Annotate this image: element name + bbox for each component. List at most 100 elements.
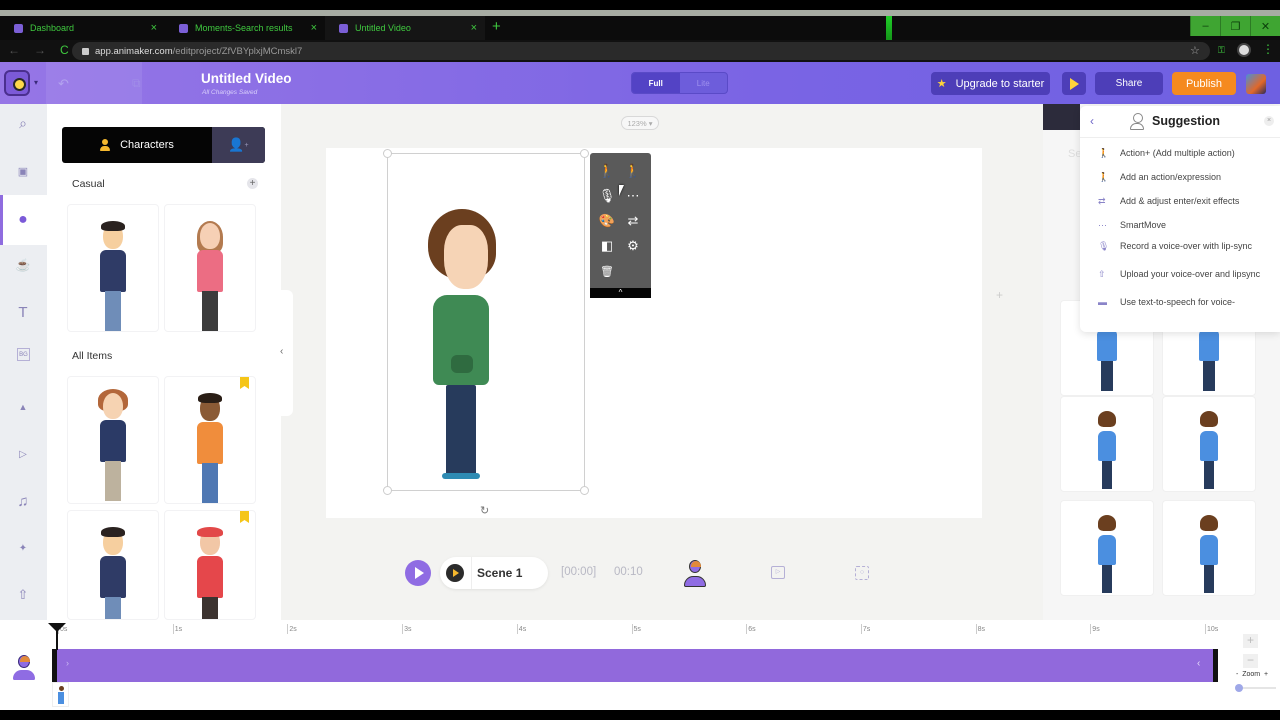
character-thumbnail [190, 221, 230, 331]
character-card[interactable] [164, 510, 256, 620]
undo-icon[interactable]: ↶ [58, 76, 69, 92]
timeline-zoom-out-button[interactable]: − [1243, 654, 1258, 668]
pose-card[interactable] [1162, 396, 1256, 492]
duplicate-icon[interactable]: ⧉ [132, 76, 141, 91]
resize-handle-br[interactable] [580, 486, 589, 495]
mode-lite-button[interactable]: Lite [680, 73, 728, 93]
browser-tab-dashboard[interactable]: Dashboard × [0, 16, 165, 40]
close-tab-icon[interactable]: × [471, 22, 477, 34]
action-icon[interactable]: 🚶 [597, 161, 617, 181]
palette-icon[interactable]: 🎨 [597, 211, 617, 231]
browser-tab-untitled-video[interactable]: Untitled Video × [325, 16, 485, 40]
search-icon[interactable]: ⌕ [12, 112, 34, 134]
right-panel-tab[interactable] [1043, 104, 1080, 130]
close-tab-icon[interactable]: × [151, 22, 157, 34]
expand-section-button[interactable]: + [247, 178, 258, 189]
video-icon[interactable]: ▷ [771, 566, 785, 579]
character-timeline-icon[interactable] [684, 560, 706, 588]
rail-active-indicator [0, 195, 3, 245]
bookmark-star-icon[interactable]: ☆ [1190, 44, 1200, 57]
microphone-icon[interactable]: 🎙 [597, 186, 617, 206]
share-button[interactable]: Share [1095, 72, 1163, 95]
selection-box[interactable] [383, 149, 589, 495]
browser-tab-moments[interactable]: Moments-Search results × [165, 16, 325, 40]
backgrounds-icon[interactable]: BG [17, 348, 30, 361]
url-path: /editproject/ZfVBYplxjMCmskl7 [172, 45, 303, 57]
track-end-handle[interactable] [1213, 649, 1218, 682]
swap-icon[interactable]: ⇄ [623, 211, 643, 231]
character-card[interactable] [67, 204, 159, 332]
properties-icon[interactable]: ☕ [12, 254, 34, 276]
templates-icon[interactable]: ▣ [12, 160, 34, 182]
key-icon[interactable]: ⚿ [1218, 45, 1225, 56]
pose-card[interactable] [1060, 396, 1154, 492]
url-input[interactable]: app.animaker.com/editproject/ZfVBYplxjMC… [72, 42, 1210, 60]
character-context-toolbar: 🚶 🚶 🎙 ⋯ 🎨 ⇄ ◧ ⚙ 🗑 [590, 153, 651, 298]
collapse-toolbar-button[interactable]: ^ [590, 288, 651, 298]
pose-card[interactable] [1060, 500, 1154, 596]
resize-handle-bl[interactable] [383, 486, 392, 495]
reload-button[interactable]: C [60, 43, 69, 57]
restore-button[interactable]: ❐ [1220, 16, 1250, 36]
gear-icon[interactable]: ⚙ [623, 236, 643, 256]
animaker-logo[interactable] [4, 70, 30, 96]
browser-menu-icon[interactable]: ⋮ [1262, 42, 1274, 56]
characters-tab[interactable]: Characters [62, 127, 212, 163]
close-icon[interactable]: × [1264, 116, 1274, 126]
walk-plus-icon: 🚶 [1098, 172, 1110, 182]
minimize-button[interactable]: – [1190, 16, 1220, 36]
videos-icon[interactable]: ▷ [12, 443, 34, 465]
timeline-zoom-in-button[interactable]: + [1243, 634, 1258, 648]
back-icon[interactable]: ‹ [1090, 114, 1094, 128]
back-button[interactable]: ← [8, 43, 20, 57]
mode-full-button[interactable]: Full [632, 73, 680, 93]
character-card[interactable] [67, 510, 159, 620]
music-icon[interactable]: ♫ [12, 490, 34, 512]
preview-play-button[interactable] [1062, 72, 1086, 95]
upload-icon[interactable]: ⇧ [12, 584, 34, 606]
pose-card[interactable] [1162, 500, 1256, 596]
flip-icon[interactable]: ◧ [597, 236, 617, 256]
scene-selector[interactable]: Scene 1 [440, 557, 548, 589]
close-tab-icon[interactable]: × [311, 22, 317, 34]
action-thumbnail[interactable] [52, 682, 69, 707]
scene-play-icon[interactable] [446, 564, 464, 582]
forward-button[interactable]: → [34, 43, 46, 57]
screenshot-icon[interactable]: ○ [855, 566, 869, 580]
canvas-center-marker: + [996, 288, 1004, 302]
character-card[interactable] [164, 204, 256, 332]
effects-icon[interactable]: ✦ [12, 537, 34, 559]
timeline-tick [975, 624, 977, 634]
trash-icon[interactable]: 🗑 [597, 261, 617, 281]
mouse-cursor [619, 185, 629, 196]
resize-handle-tr[interactable] [580, 149, 589, 158]
characters-tab-label: Characters [120, 139, 174, 151]
resize-handle-tl[interactable] [383, 149, 392, 158]
project-title[interactable]: Untitled Video [201, 71, 292, 86]
user-avatar[interactable] [1246, 74, 1266, 94]
rotate-handle-icon[interactable]: ↻ [480, 504, 489, 517]
zoom-slider[interactable] [1238, 687, 1276, 689]
close-window-button[interactable]: ✕ [1250, 16, 1280, 36]
character-track-bar[interactable] [52, 649, 1218, 682]
upgrade-button[interactable]: ★ Upgrade to starter [931, 72, 1050, 95]
url-host: app.animaker.com [95, 45, 173, 57]
text-icon[interactable]: T [12, 301, 34, 323]
action-plus-icon[interactable]: 🚶 [623, 161, 643, 181]
character-thumbnail [93, 527, 133, 619]
zoom-slider-knob[interactable] [1235, 684, 1243, 692]
characters-icon[interactable]: ● [12, 209, 34, 231]
canvas-zoom-dropdown[interactable]: 123% ▾ [621, 116, 659, 130]
character-card[interactable] [67, 376, 159, 504]
profile-avatar[interactable] [1237, 43, 1251, 57]
create-character-button[interactable]: 👤 + [212, 127, 265, 163]
track-start-handle[interactable] [52, 649, 57, 682]
play-button[interactable] [405, 560, 431, 586]
character-card[interactable] [164, 376, 256, 504]
chevron-down-icon[interactable]: ▾ [34, 78, 38, 87]
chevron-left-icon[interactable]: ‹ [280, 346, 283, 357]
publish-button[interactable]: Publish [1172, 72, 1236, 95]
new-tab-button[interactable]: + [492, 18, 501, 35]
images-icon[interactable]: ▲ [12, 396, 34, 418]
browser-tab-bar: Dashboard × Moments-Search results × Unt… [0, 16, 1280, 40]
